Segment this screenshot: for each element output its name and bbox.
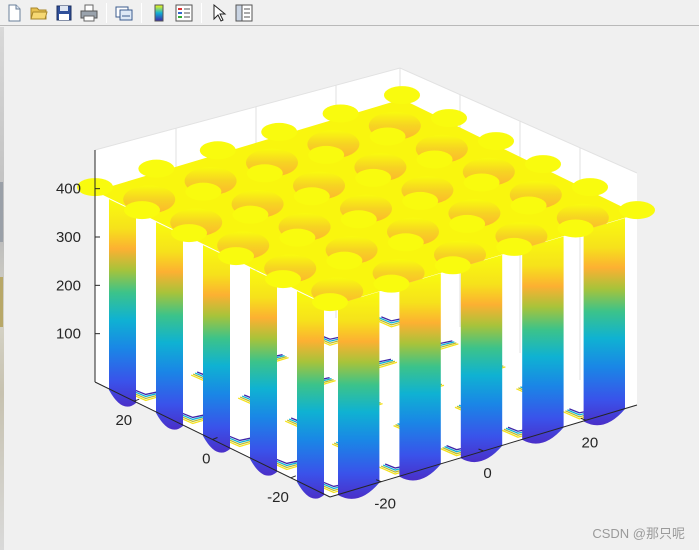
folder-open-icon bbox=[30, 7, 48, 19]
figure-toolbar bbox=[0, 0, 699, 26]
z-tick-label: 400 bbox=[56, 181, 81, 198]
colorbar-icon bbox=[154, 4, 164, 21]
y-tick-label: 0 bbox=[202, 451, 210, 468]
print-figure-button[interactable] bbox=[77, 2, 101, 24]
toolbar-separator bbox=[141, 2, 142, 23]
open-file-button[interactable] bbox=[27, 2, 51, 24]
toolbar-separator bbox=[201, 2, 202, 23]
save-figure-button[interactable] bbox=[52, 2, 76, 24]
property-inspector-button[interactable] bbox=[232, 2, 256, 24]
figure-canvas: 100 200 300 400 20 0 -20 -20 0 20 CSDN @那只呢 bbox=[4, 27, 699, 550]
x-tick-label: -20 bbox=[374, 496, 396, 513]
figure-window: 100 200 300 400 20 0 -20 -20 0 20 CSDN @那只呢 bbox=[0, 0, 699, 550]
z-tick-label: 300 bbox=[56, 229, 81, 246]
toolbar-separator bbox=[106, 2, 107, 23]
y-tick-label: 20 bbox=[115, 412, 132, 429]
link-plot-icon bbox=[115, 6, 133, 20]
x-tick-label: 0 bbox=[483, 465, 491, 482]
new-figure-button[interactable] bbox=[2, 2, 26, 24]
new-file-icon bbox=[8, 4, 21, 21]
legend-icon bbox=[175, 4, 193, 21]
insert-legend-button[interactable] bbox=[172, 2, 196, 24]
surface-plot[interactable]: 100200300400200-20 -20020 bbox=[4, 27, 699, 550]
z-tick-label: 200 bbox=[56, 277, 81, 294]
save-disk-icon bbox=[56, 5, 72, 20]
insert-colorbar-button[interactable] bbox=[147, 2, 171, 24]
watermark-text: CSDN @那只呢 bbox=[592, 526, 685, 541]
link-plot-button[interactable] bbox=[112, 2, 136, 24]
property-panel-icon bbox=[235, 4, 253, 21]
x-tick-label: 20 bbox=[581, 434, 598, 451]
printer-icon bbox=[80, 4, 98, 21]
y-tick-label: -20 bbox=[267, 489, 289, 506]
edit-plot-button[interactable] bbox=[207, 2, 231, 24]
z-tick-label: 100 bbox=[56, 326, 81, 343]
pointer-arrow-icon bbox=[213, 3, 227, 22]
